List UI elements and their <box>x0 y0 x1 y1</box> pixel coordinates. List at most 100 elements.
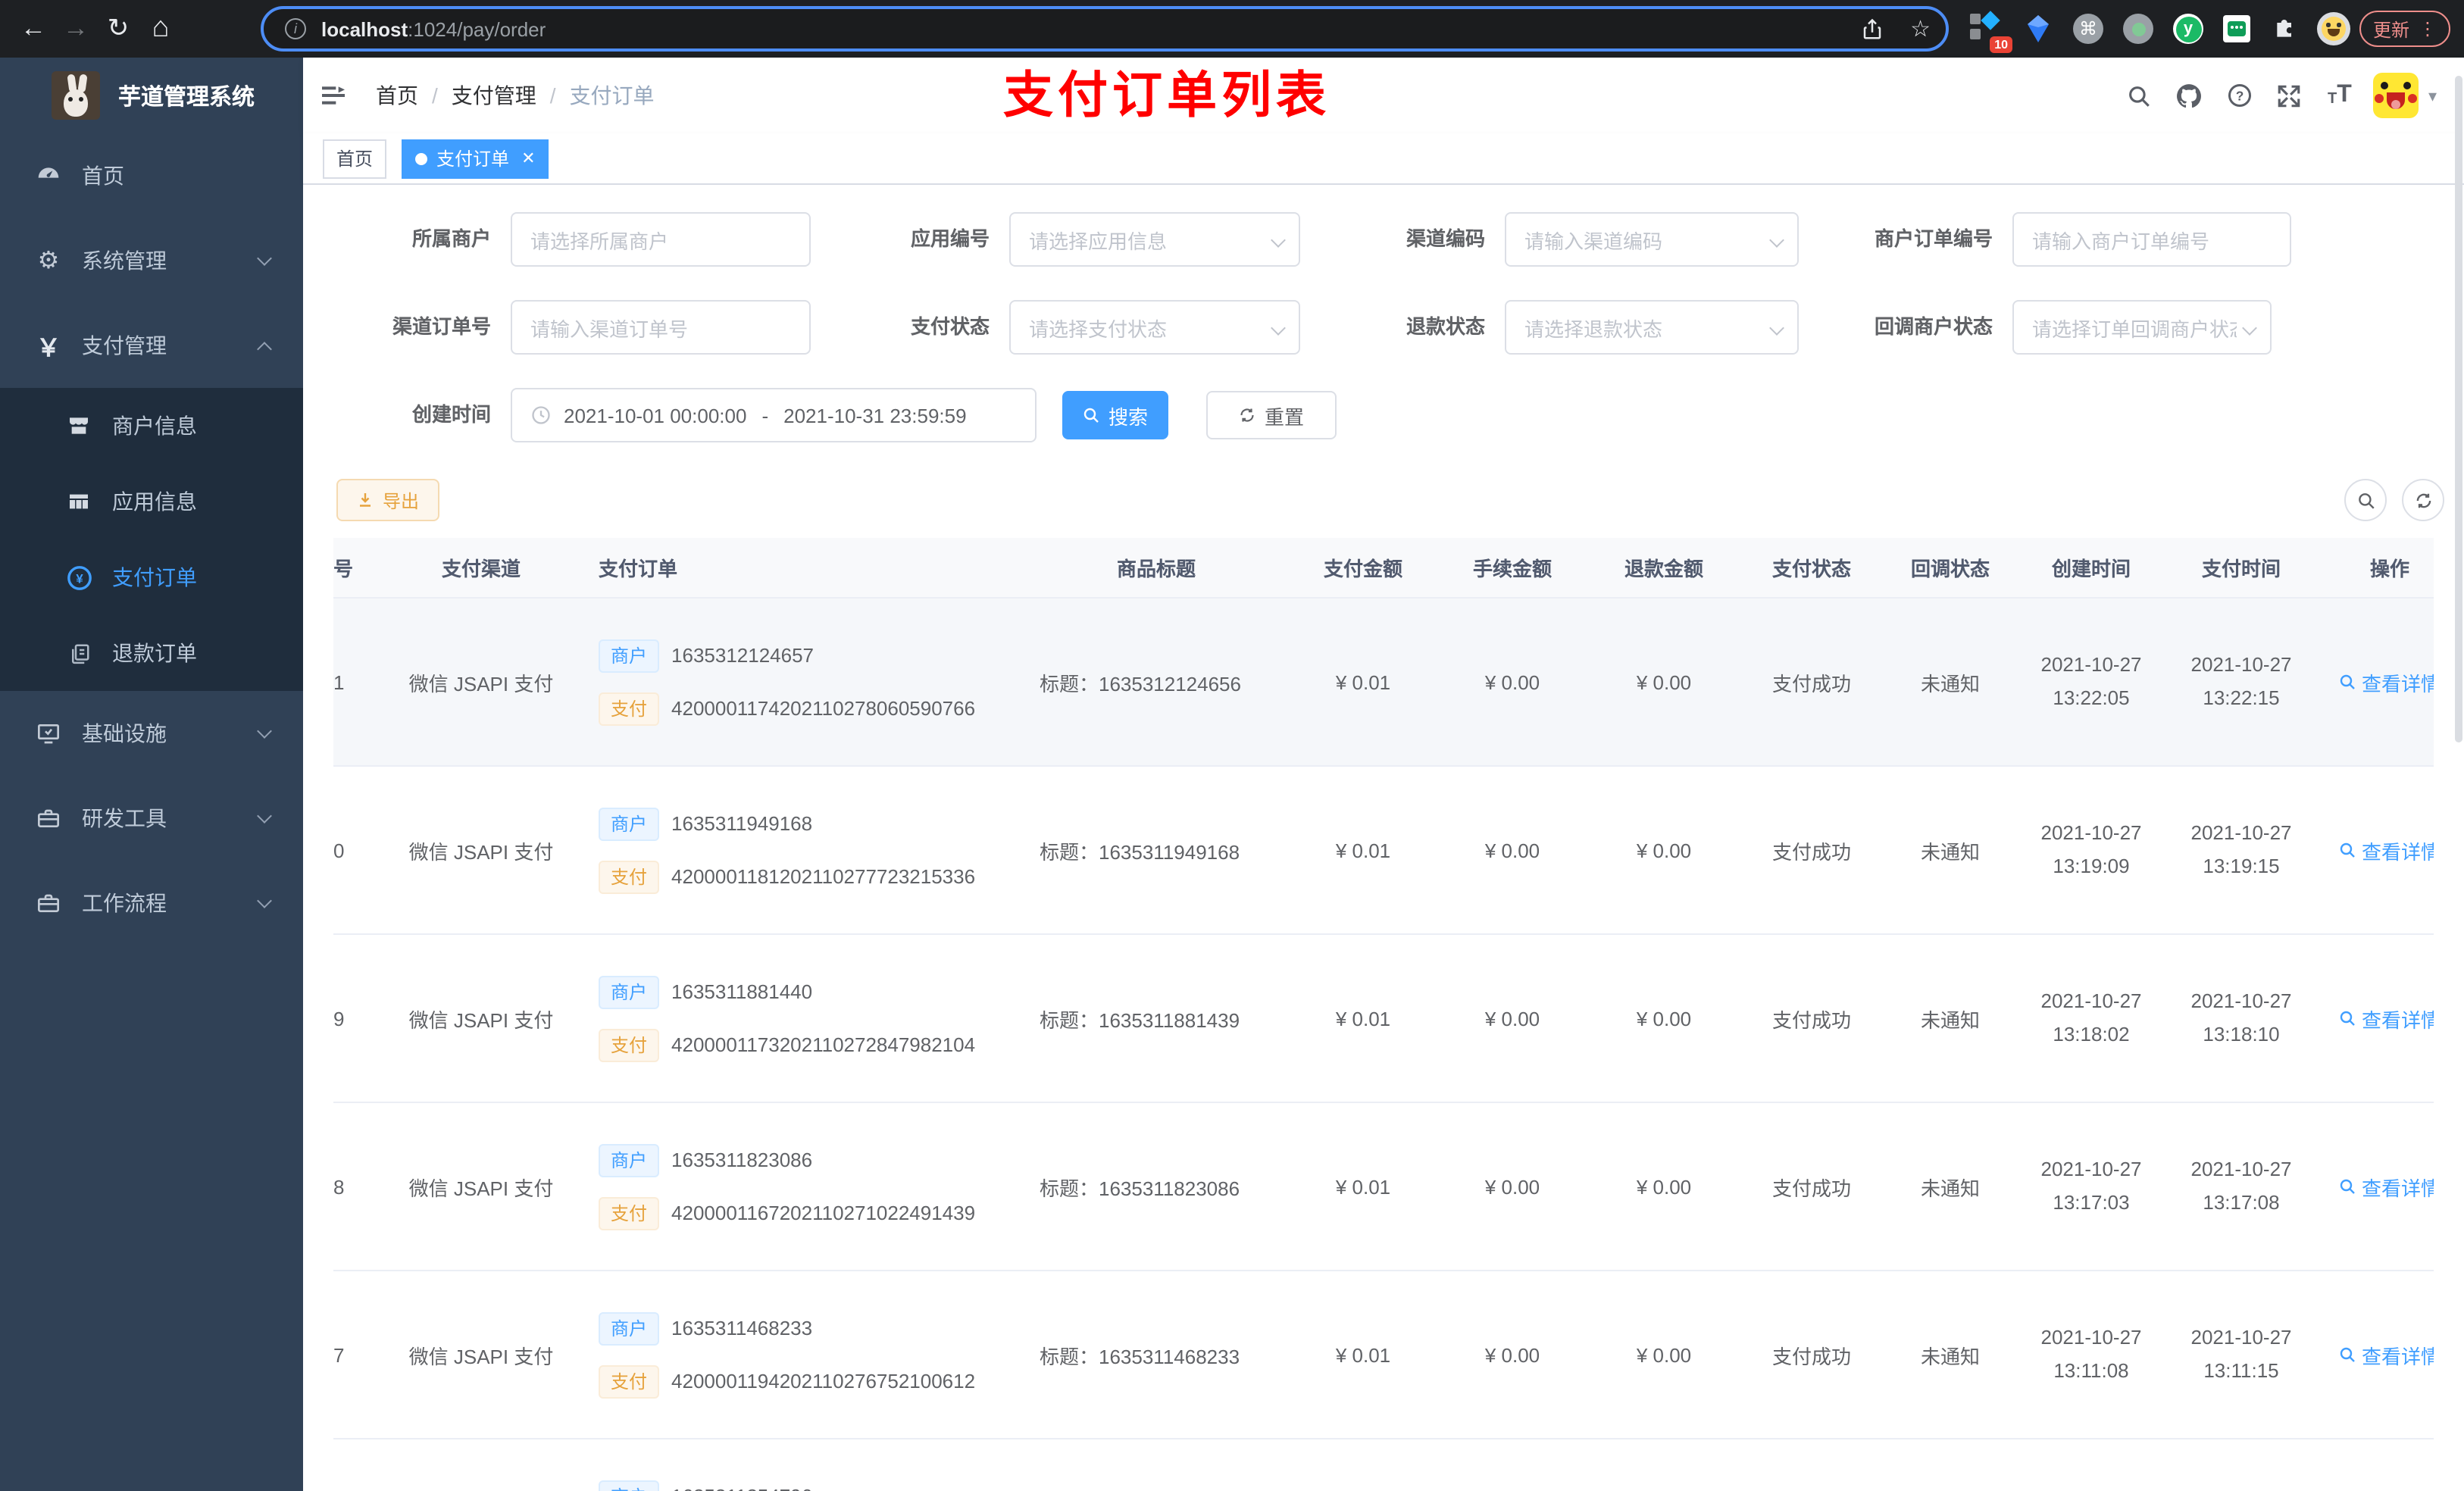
extension-chat-icon[interactable] <box>2219 11 2255 47</box>
cell-fee: ¥ 0.00 <box>1484 1175 1540 1198</box>
merchant-order-no: 1635311823086 <box>671 1149 813 1171</box>
notify-status-select[interactable]: 请选择订单回调商户状态 <box>2012 300 2272 355</box>
browser-update-button[interactable]: 更新 ⋮ <box>2359 11 2450 47</box>
extension-dot-icon[interactable] <box>2120 11 2156 47</box>
table-row: 20 微信 JSAPI 支付 商户 1635311949168 支付 4200001… <box>333 767 2434 935</box>
col-header-title: 商品标题 <box>1116 558 1196 580</box>
cell-amount: ¥ 0.01 <box>1335 1343 1391 1366</box>
bookmark-star-icon[interactable]: ☆ <box>1910 15 1931 42</box>
cell-status: 支付成功 <box>1771 1008 1851 1031</box>
date-range-input[interactable]: 2021-10-01 00:00:00 - 2021-10-31 23:59:5… <box>511 388 1037 442</box>
extensions-puzzle-icon[interactable] <box>2267 11 2303 47</box>
font-size-icon[interactable]: TT <box>2315 58 2365 133</box>
sidebar-item-pay-order[interactable]: ¥ 支付订单 <box>0 539 303 615</box>
table-header-row: 编号 支付渠道 支付订单 商品标题 支付金额 手续金额 退款金额 支付状态 回调… <box>333 538 2434 599</box>
cell-amount: ¥ 0.01 <box>1335 670 1391 693</box>
sidebar-item-system[interactable]: ⚙ 系统管理 <box>0 218 303 303</box>
cell-paid <box>2165 1439 2317 1491</box>
sidebar-item-merchant-info[interactable]: 商户信息 <box>0 388 303 464</box>
export-button[interactable]: 导出 <box>336 479 439 521</box>
sidebar-item-payment[interactable]: ￥ 支付管理 <box>0 303 303 388</box>
browser-reload-icon[interactable]: ↻ <box>97 14 139 44</box>
merchant-input[interactable]: 请选择所属商户 <box>511 212 811 267</box>
app-select[interactable]: 请选择应用信息 <box>1009 212 1300 267</box>
view-detail-link[interactable]: 查看详情 <box>2339 1004 2434 1033</box>
cell-notify <box>1884 1439 2017 1491</box>
cell-title: 标题：1635311823086 <box>1040 1177 1240 1199</box>
chevron-down-icon <box>257 724 272 739</box>
channel-order-no-input[interactable]: 请输入渠道订单号 <box>511 300 811 355</box>
pay-order-no: 4200001167202110271022491439 <box>671 1202 976 1224</box>
main-area: 首页 / 支付管理 / 支付订单 支付订单列表 ? TT ▾ 首页 支付订单 ✕… <box>303 58 2464 1491</box>
sidebar-item-devtools[interactable]: 研发工具 <box>0 776 303 861</box>
navbar: 首页 / 支付管理 / 支付订单 支付订单列表 ? TT ▾ <box>303 58 2464 133</box>
sidebar-item-refund-order[interactable]: 退款订单 <box>0 615 303 691</box>
grid-icon <box>61 489 97 514</box>
active-dot <box>415 152 428 164</box>
page-annotation: 支付订单列表 <box>1003 67 1330 123</box>
reset-button[interactable]: 重置 <box>1206 391 1337 439</box>
search-icon[interactable] <box>2115 58 2165 133</box>
table-row: 17 微信 JSAPI 支付 商户 1635311468233 支付 4200001… <box>333 1271 2434 1439</box>
filter-app: 应用编号 请选择应用信息 <box>808 212 1300 267</box>
avatar-caret-icon[interactable]: ▾ <box>2428 86 2437 105</box>
sidebar-item-home[interactable]: 首页 <box>0 133 303 218</box>
svg-text:?: ? <box>2236 88 2244 103</box>
col-header-paid: 支付时间 <box>2201 558 2281 580</box>
pay-tag: 支付 <box>599 692 660 725</box>
profile-avatar-icon[interactable] <box>2315 11 2352 47</box>
table-row: 21 微信 JSAPI 支付 商户 1635312124657 支付 4200001… <box>333 599 2434 767</box>
pay-tag: 支付 <box>599 860 660 893</box>
refresh-table-button[interactable] <box>2402 479 2444 521</box>
breadcrumb-home[interactable]: 首页 <box>376 80 418 111</box>
chevron-down-icon <box>257 808 272 824</box>
site-info-icon[interactable]: i <box>285 18 306 39</box>
help-icon[interactable]: ? <box>2215 58 2265 133</box>
cell-paid: 2021-10-27 13:17:08 <box>2190 1158 2292 1214</box>
toggle-search-button[interactable] <box>2344 479 2387 521</box>
sidebar-item-infra[interactable]: 基础设施 <box>0 691 303 776</box>
cell-notify: 未通知 <box>1920 1177 1980 1199</box>
sidebar-item-label: 系统管理 <box>82 248 167 273</box>
browser-home-icon[interactable]: ⌂ <box>139 12 182 45</box>
shop-icon <box>61 414 97 438</box>
page-scrollbar[interactable] <box>2455 68 2462 1477</box>
merchant-tag: 商户 <box>599 639 660 672</box>
fullscreen-icon[interactable] <box>2265 58 2315 133</box>
view-detail-link[interactable]: 查看详情 <box>2339 1340 2434 1369</box>
table-row: 18 微信 JSAPI 支付 商户 1635311823086 支付 4200001… <box>333 1103 2434 1271</box>
close-icon[interactable]: ✕ <box>521 148 535 168</box>
share-icon[interactable] <box>1860 17 1883 40</box>
refund-status-select[interactable]: 请选择退款状态 <box>1505 300 1799 355</box>
view-detail-link[interactable]: 查看详情 <box>2339 1172 2434 1201</box>
filter-merchant: 所属商户 请选择所属商户 <box>309 212 811 267</box>
sidebar-collapse-icon[interactable] <box>318 80 349 111</box>
tab-home[interactable]: 首页 <box>323 139 387 178</box>
github-icon[interactable] <box>2165 58 2215 133</box>
sidebar-item-app-info[interactable]: 应用信息 <box>0 464 303 539</box>
sidebar-item-workflow[interactable]: 工作流程 <box>0 861 303 946</box>
app-logo[interactable]: 芋道管理系统 <box>0 58 303 133</box>
extension-command-icon[interactable]: ⌘ <box>2070 11 2106 47</box>
browser-forward-icon[interactable]: → <box>55 14 97 44</box>
view-detail-link[interactable]: 查看详情 <box>2339 836 2434 864</box>
browser-menu-icon[interactable]: ⋮ <box>2419 18 2437 39</box>
extension-gem-icon[interactable] <box>2020 11 2056 47</box>
extension-sketch-icon[interactable]: 10 <box>1967 11 2012 53</box>
merchant-order-no-input[interactable]: 请输入商户订单编号 <box>2012 212 2291 267</box>
address-bar[interactable]: i localhost:1024/pay/order ☆ <box>261 6 1949 52</box>
cell-paid: 2021-10-27 13:18:10 <box>2190 989 2292 1046</box>
chevron-down-icon <box>1271 320 1286 336</box>
channel-code-select[interactable]: 请输入渠道编码 <box>1505 212 1799 267</box>
extension-y-icon[interactable]: y <box>2170 11 2206 47</box>
cell-created: 2021-10-27 13:17:03 <box>2040 1158 2142 1214</box>
tab-pay-order[interactable]: 支付订单 ✕ <box>402 139 549 178</box>
breadcrumb-payment[interactable]: 支付管理 <box>452 80 536 111</box>
scrollbar-thumb[interactable] <box>2455 76 2462 742</box>
pay-status-select[interactable]: 请选择支付状态 <box>1009 300 1300 355</box>
search-button[interactable]: 搜索 <box>1062 391 1168 439</box>
browser-back-icon[interactable]: ← <box>12 14 55 44</box>
chevron-down-icon <box>257 251 272 266</box>
view-detail-link[interactable]: 查看详情 <box>2339 667 2434 696</box>
user-avatar[interactable] <box>2373 73 2419 118</box>
